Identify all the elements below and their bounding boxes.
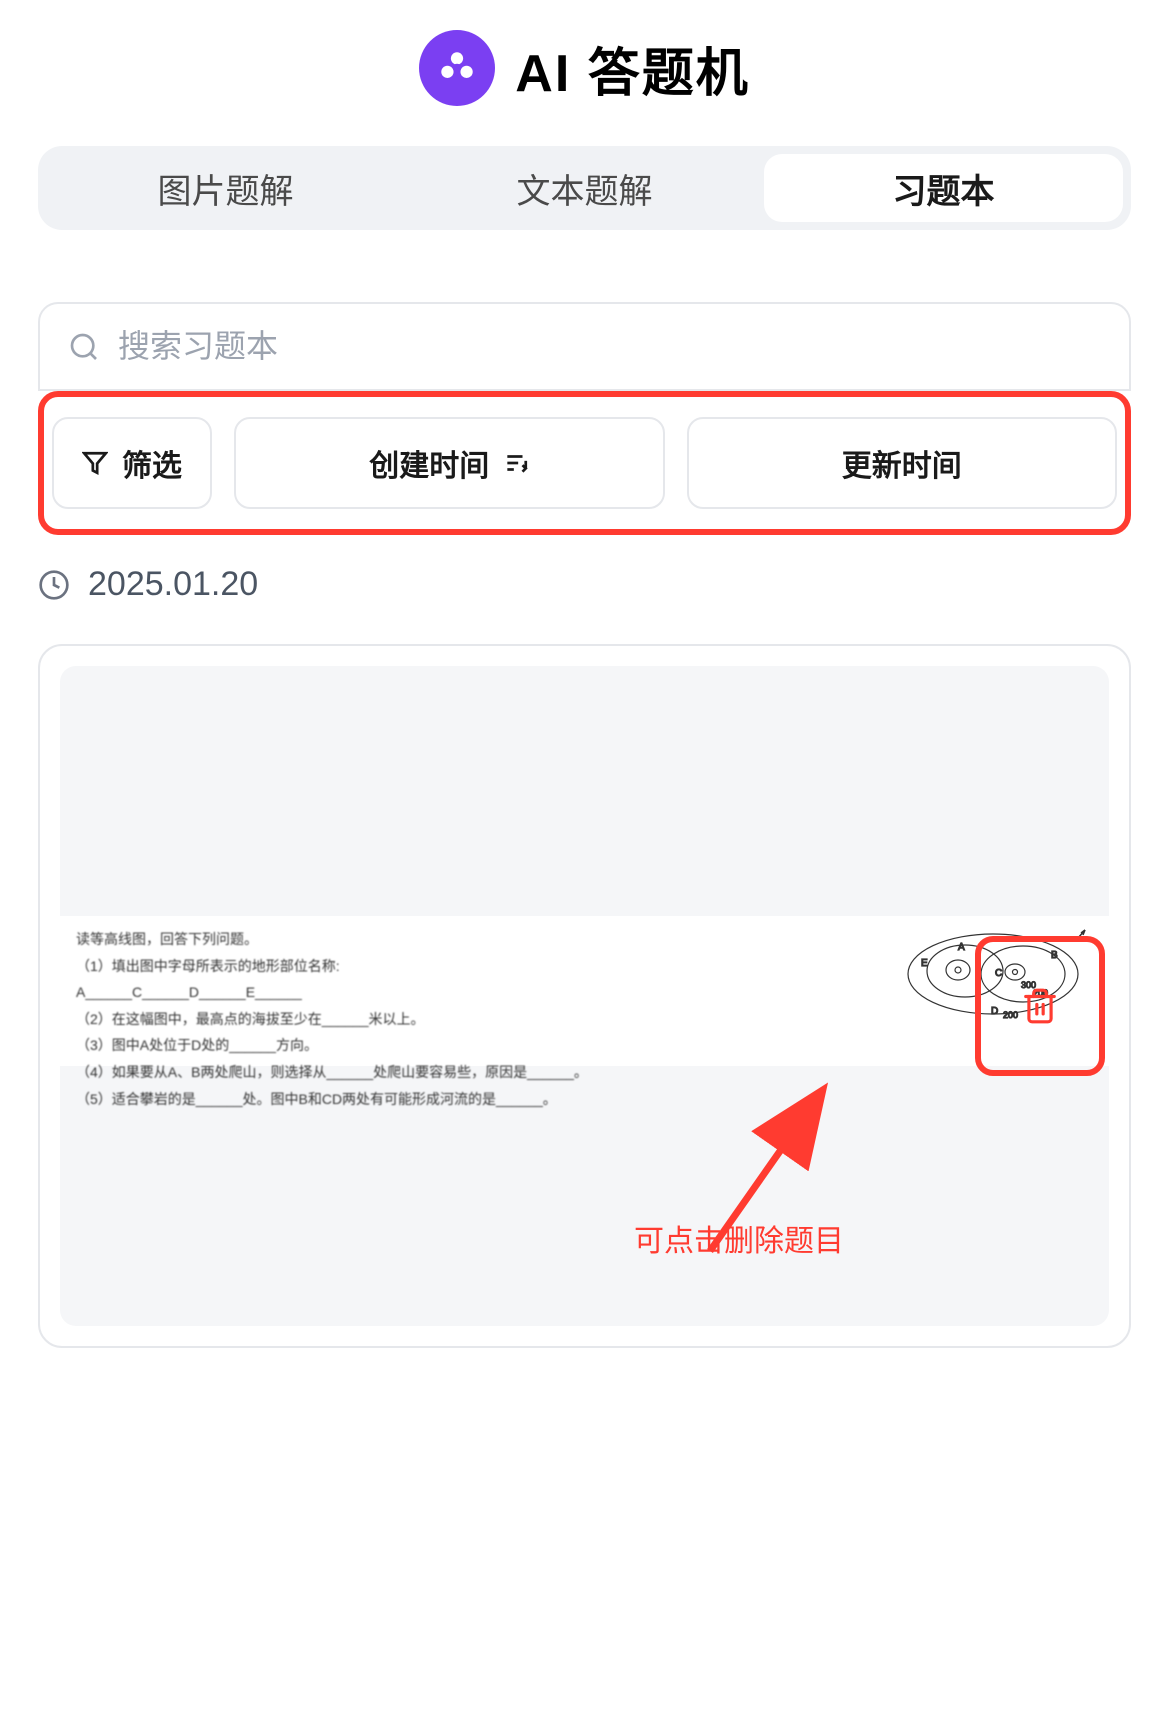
question-card[interactable]: 读等高线图，回答下列问题。 （1）填出图中字母所表示的地形部位名称: A____… — [38, 644, 1131, 1348]
question-text-block: 读等高线图，回答下列问题。 （1）填出图中字母所表示的地形部位名称: A____… — [76, 926, 893, 1056]
sort-create-label: 创建时间 — [369, 441, 489, 485]
filter-button[interactable]: 筛选 — [52, 417, 212, 509]
svg-text:E: E — [921, 958, 928, 969]
delete-button[interactable] — [1020, 986, 1060, 1026]
tab-text-solve[interactable]: 文本题解 — [405, 154, 764, 222]
search-input[interactable] — [118, 328, 1101, 365]
sort-desc-icon — [503, 450, 529, 476]
app-logo-icon — [419, 30, 495, 106]
question-card-inner: 读等高线图，回答下列问题。 （1）填出图中字母所表示的地形部位名称: A____… — [60, 666, 1109, 1326]
sort-update-label: 更新时间 — [842, 441, 962, 485]
sort-create-time-button[interactable]: 创建时间 — [234, 417, 665, 509]
main-tabs: 图片题解 文本题解 习题本 — [38, 146, 1131, 230]
tab-exercise-book[interactable]: 习题本 — [764, 154, 1123, 222]
app-header: AI 答题机 — [0, 0, 1169, 146]
search-icon — [68, 331, 100, 363]
delete-hint-annotation: 可点击删除题目 — [634, 1216, 844, 1260]
funnel-icon — [82, 450, 108, 476]
svg-text:A: A — [958, 942, 965, 953]
date-header-row: 2025.01.20 — [38, 565, 1131, 604]
sort-update-time-button[interactable]: 更新时间 — [687, 417, 1118, 509]
tab-image-solve[interactable]: 图片题解 — [46, 154, 405, 222]
delete-button-highlighted — [975, 936, 1105, 1076]
filter-row-highlighted: 筛选 创建时间 更新时间 — [38, 391, 1131, 535]
date-text: 2025.01.20 — [88, 565, 258, 604]
trash-icon — [1021, 987, 1059, 1025]
clock-icon — [38, 569, 70, 601]
filter-label: 筛选 — [122, 441, 182, 485]
question-image-preview: 读等高线图，回答下列问题。 （1）填出图中字母所表示的地形部位名称: A____… — [60, 916, 1109, 1066]
app-title: AI 答题机 — [515, 31, 749, 106]
search-bar[interactable] — [38, 302, 1131, 391]
